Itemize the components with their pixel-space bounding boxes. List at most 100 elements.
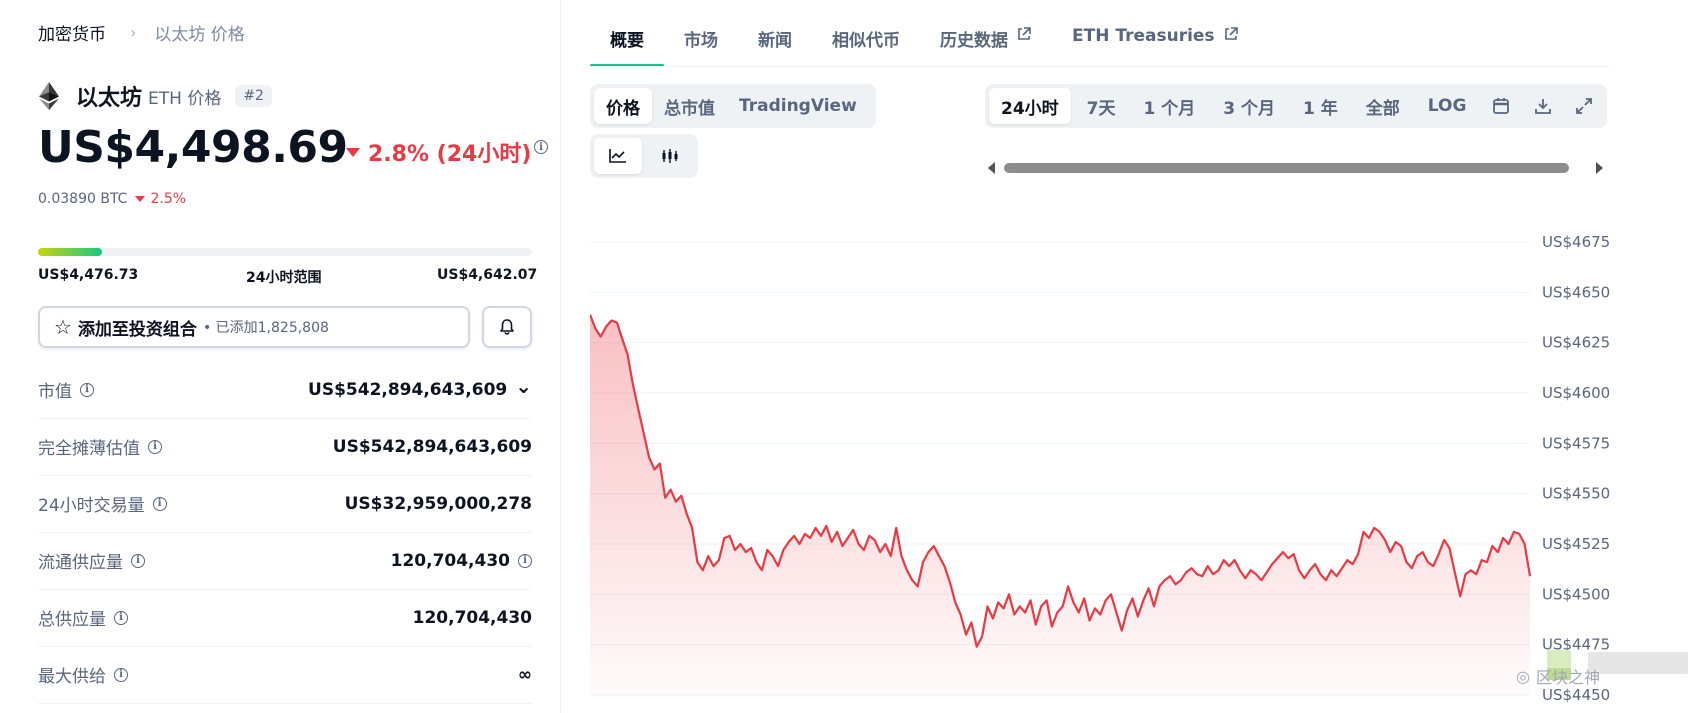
breadcrumb-root[interactable]: 加密货币 bbox=[38, 20, 106, 45]
price-alert-button[interactable] bbox=[482, 306, 532, 348]
calendar-icon bbox=[1493, 98, 1510, 114]
info-icon[interactable]: i bbox=[114, 667, 128, 682]
stat-row: 最大供给 i ∞ bbox=[38, 646, 532, 704]
coin-name: 以太坊 bbox=[76, 86, 143, 111]
star-icon: ☆ bbox=[54, 315, 72, 339]
rank-badge: #2 bbox=[235, 85, 272, 107]
btc-change-text: 2.5% bbox=[150, 191, 187, 207]
caret-down-icon bbox=[135, 196, 146, 202]
tab-label: ETH Treasuries bbox=[1072, 26, 1215, 46]
info-icon[interactable]: i bbox=[518, 553, 532, 568]
view-toggle: 价格 总市值 TradingView bbox=[590, 84, 876, 128]
candlestick-icon bbox=[662, 149, 678, 163]
add-to-portfolio-button[interactable]: ☆ 添加至投资组合 • 已添加1,825,808 bbox=[38, 306, 470, 348]
tab-label: 历史数据 bbox=[940, 31, 1008, 51]
tab-item[interactable]: 相似代币 bbox=[812, 26, 920, 66]
panel-divider bbox=[560, 0, 561, 713]
y-axis-ticks: US$4675 US$4650 US$4625 US$4600 US$4575 US$45… bbox=[1542, 233, 1610, 704]
info-icon[interactable]: i bbox=[152, 496, 167, 511]
range-bar-fill bbox=[38, 248, 103, 256]
y-tick-label: US$4625 bbox=[1542, 334, 1610, 352]
time-range-option[interactable]: 1 年 bbox=[1291, 88, 1350, 124]
time-range-option[interactable]: 1 个月 bbox=[1132, 88, 1208, 124]
coin-symbol-label: ETH 价格 bbox=[148, 88, 222, 109]
fullscreen-button[interactable] bbox=[1565, 88, 1603, 124]
scroll-left-arrow[interactable] bbox=[988, 162, 995, 174]
tab-item[interactable]: 新闻 bbox=[738, 26, 812, 66]
stat-row: 总供应量 i 120,704,430 bbox=[38, 589, 532, 647]
tab-bar: 概要 市场 新闻 相似代币 历史数据 ETH Treasuries bbox=[590, 26, 1259, 67]
view-option[interactable]: TradingView bbox=[727, 88, 869, 124]
stat-label-text: 流通供应量 bbox=[38, 553, 123, 573]
chart-scrollbar-thumb[interactable] bbox=[1004, 163, 1569, 173]
view-option[interactable]: 价格 bbox=[594, 88, 652, 124]
stat-value: US$542,894,643,609 ⌄ bbox=[308, 374, 532, 400]
watermark: ◎ 区块之神 bbox=[1516, 664, 1600, 688]
coin-header: 以太坊 ETH 价格 #2 bbox=[38, 80, 272, 112]
info-icon[interactable]: i bbox=[534, 140, 548, 154]
stat-value: US$32,959,000,278 bbox=[345, 494, 532, 514]
time-range-option[interactable]: LOG bbox=[1416, 88, 1479, 124]
time-range-option[interactable]: 3 个月 bbox=[1211, 88, 1287, 124]
stat-row: 市值 i US$542,894,643,609 ⌄ bbox=[38, 361, 532, 419]
download-icon bbox=[1534, 99, 1551, 114]
stat-label: 总供应量 i bbox=[38, 605, 128, 630]
y-tick-label: US$4600 bbox=[1542, 384, 1610, 402]
time-range-toggle: 24小时 7天 1 个月 3 个月 1 年全部 LOG bbox=[985, 84, 1607, 128]
chevron-right-icon: › bbox=[130, 23, 137, 42]
price-chart[interactable]: US$4675 US$4650 US$4625 US$4600 US$4575 US$45… bbox=[590, 220, 1610, 713]
btc-price: 0.03890 BTC bbox=[38, 191, 128, 207]
line-chart-button[interactable] bbox=[594, 138, 642, 174]
tab-item[interactable]: ETH Treasuries bbox=[1052, 26, 1259, 66]
chevron-down-icon[interactable]: ⌄ bbox=[515, 374, 532, 398]
portfolio-label: 添加至投资组合 bbox=[77, 319, 197, 340]
watermark-text: 区块之神 bbox=[1535, 668, 1600, 687]
stat-value: 120,704,430 bbox=[413, 608, 532, 628]
stat-value: US$542,894,643,609 bbox=[333, 437, 532, 457]
blurred-overlay-gray bbox=[1588, 652, 1688, 674]
info-icon[interactable]: i bbox=[80, 382, 94, 397]
y-tick-label: US$4500 bbox=[1542, 585, 1610, 603]
stat-label: 最大供给 i bbox=[38, 662, 128, 687]
y-tick-label: US$4650 bbox=[1542, 283, 1610, 301]
btc-price-row: 0.03890 BTC 2.5% bbox=[38, 191, 186, 207]
info-icon[interactable]: i bbox=[114, 610, 128, 625]
stat-label: 完全摊薄估值 i bbox=[38, 434, 162, 459]
line-chart-icon bbox=[609, 149, 626, 163]
scroll-right-arrow[interactable] bbox=[1596, 162, 1603, 174]
info-icon[interactable]: i bbox=[131, 553, 145, 568]
view-option[interactable]: 总市值 bbox=[652, 88, 727, 124]
external-link-icon bbox=[1018, 27, 1031, 40]
y-tick-label: US$4575 bbox=[1542, 434, 1610, 452]
stat-value: 120,704,430 i bbox=[391, 551, 532, 571]
stat-row: 24小时交易量 i US$32,959,000,278 bbox=[38, 475, 532, 533]
y-tick-label: US$4450 bbox=[1542, 686, 1610, 704]
time-range-option[interactable]: 7天 bbox=[1075, 88, 1128, 124]
tab-item[interactable]: 市场 bbox=[664, 26, 738, 66]
breadcrumb: 加密货币 › 以太坊 价格 bbox=[38, 20, 245, 45]
range-label: 24小时范围 bbox=[246, 270, 322, 286]
price-change-text: 2.8% (24小时) bbox=[368, 142, 532, 167]
stat-value: ∞ bbox=[518, 665, 532, 685]
ethereum-logo-icon bbox=[39, 82, 59, 110]
time-range-option[interactable]: 24小时 bbox=[989, 88, 1071, 124]
stat-label-text: 完全摊薄估值 bbox=[38, 439, 140, 459]
tab-underline bbox=[590, 66, 1610, 67]
info-icon[interactable]: i bbox=[148, 439, 162, 454]
stat-label-text: 24小时交易量 bbox=[38, 496, 145, 516]
calendar-button[interactable] bbox=[1482, 88, 1520, 124]
stat-value-text: US$32,959,000,278 bbox=[344, 493, 532, 514]
candlestick-chart-button[interactable] bbox=[646, 138, 694, 174]
tab-label: 相似代币 bbox=[832, 31, 900, 51]
y-tick-label: US$4675 bbox=[1542, 233, 1610, 251]
time-range-option[interactable]: 全部 bbox=[1354, 88, 1412, 124]
stat-value-text: US$542,894,643,609 bbox=[332, 436, 532, 457]
btc-change: 2.5% bbox=[135, 191, 186, 207]
range-bar bbox=[38, 248, 532, 256]
download-button[interactable] bbox=[1524, 88, 1562, 124]
range-high: US$4,642.07 bbox=[437, 267, 538, 283]
stat-label-text: 最大供给 bbox=[38, 667, 106, 687]
tab-item[interactable]: 历史数据 bbox=[920, 26, 1052, 66]
tab-item[interactable]: 概要 bbox=[590, 26, 664, 67]
range-low: US$4,476.73 bbox=[38, 267, 139, 283]
